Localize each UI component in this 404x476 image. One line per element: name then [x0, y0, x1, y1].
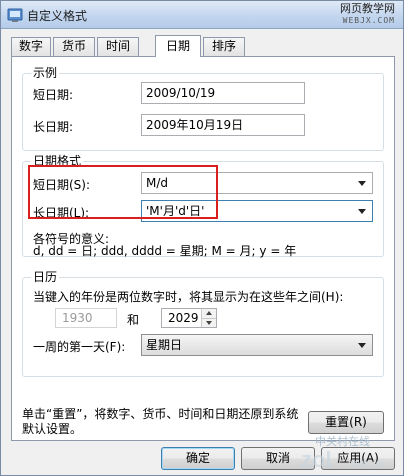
from-year-input: 1930	[55, 308, 117, 328]
svg-text:.com.cn: .com.cn	[345, 458, 384, 470]
symbol-meaning-text: d, dd = 日; ddd, dddd = 星期; M = 月; y = 年	[33, 244, 297, 258]
to-year-spin-buttons[interactable]	[201, 309, 216, 327]
custom-format-dialog: 自定义格式 网页教学网 WEBJX.COM 数字 货币 时间 日期 排序 示例 …	[0, 0, 404, 476]
highlight-box	[28, 165, 218, 219]
calendar-group-title: 日历	[31, 270, 60, 284]
arrow-down-icon	[206, 321, 212, 325]
spin-down-button[interactable]	[202, 318, 216, 327]
site-watermark-name: 网页教学网	[340, 2, 395, 15]
example-long-date: 2009年10月19日	[141, 114, 305, 136]
tab-time[interactable]: 时间	[97, 37, 139, 56]
to-year-stepper[interactable]: 2029	[161, 308, 217, 328]
first-day-value: 星期日	[146, 338, 183, 352]
title-bar: 自定义格式 网页教学网 WEBJX.COM	[1, 1, 403, 29]
site-watermark-url: WEBJX.COM	[342, 16, 395, 25]
site-watermark: 网页教学网 WEBJX.COM	[340, 3, 395, 27]
spin-up-button[interactable]	[202, 309, 216, 318]
first-day-label: 一周的第一天(F):	[33, 340, 126, 354]
example-group: 示例 短日期: 2009/10/19 长日期: 2009年10月19日	[22, 66, 384, 151]
svg-text:中关村在线: 中关村在线	[315, 434, 370, 448]
example-group-title: 示例	[31, 66, 60, 80]
example-long-label: 长日期:	[33, 120, 74, 134]
to-year-value: 2029	[168, 311, 199, 325]
ok-button[interactable]: 确定	[161, 447, 235, 470]
chevron-down-icon[interactable]	[358, 343, 366, 348]
and-label: 和	[127, 313, 140, 327]
svg-text:zol: zol	[301, 447, 332, 472]
chevron-down-icon[interactable]	[358, 181, 366, 186]
arrow-up-icon	[206, 311, 212, 315]
example-short-date: 2009/10/19	[141, 82, 305, 104]
chevron-down-icon[interactable]	[358, 209, 366, 214]
tab-panel-date: 示例 短日期: 2009/10/19 长日期: 2009年10月19日 日期格式…	[11, 56, 395, 441]
zol-watermark: 中关村在线 zol .com.cn	[293, 431, 397, 476]
control-panel-icon	[7, 8, 23, 22]
tab-number[interactable]: 数字	[11, 37, 51, 56]
from-year-value: 1930	[62, 311, 93, 325]
first-day-select[interactable]: 星期日	[141, 334, 373, 356]
calendar-group: 日历 当键入的年份是两位数字时，将其显示为在这些年之间(H): 1930 和 2…	[22, 270, 384, 377]
window-title: 自定义格式	[27, 9, 88, 23]
example-short-label: 短日期:	[33, 88, 74, 102]
reset-note: 单击“重置”，将数字、货币、时间和日期还原到系统默认设置。	[22, 407, 299, 436]
zol-logo-icon: 中关村在线 zol .com.cn	[301, 434, 384, 472]
tab-strip: 数字 货币 时间 日期 排序	[11, 35, 395, 57]
two-digit-year-label: 当键入的年份是两位数字时，将其显示为在这些年之间(H):	[33, 290, 344, 304]
tab-date[interactable]: 日期	[155, 35, 201, 57]
tab-sort[interactable]: 排序	[203, 37, 245, 56]
tab-currency[interactable]: 货币	[53, 37, 95, 56]
